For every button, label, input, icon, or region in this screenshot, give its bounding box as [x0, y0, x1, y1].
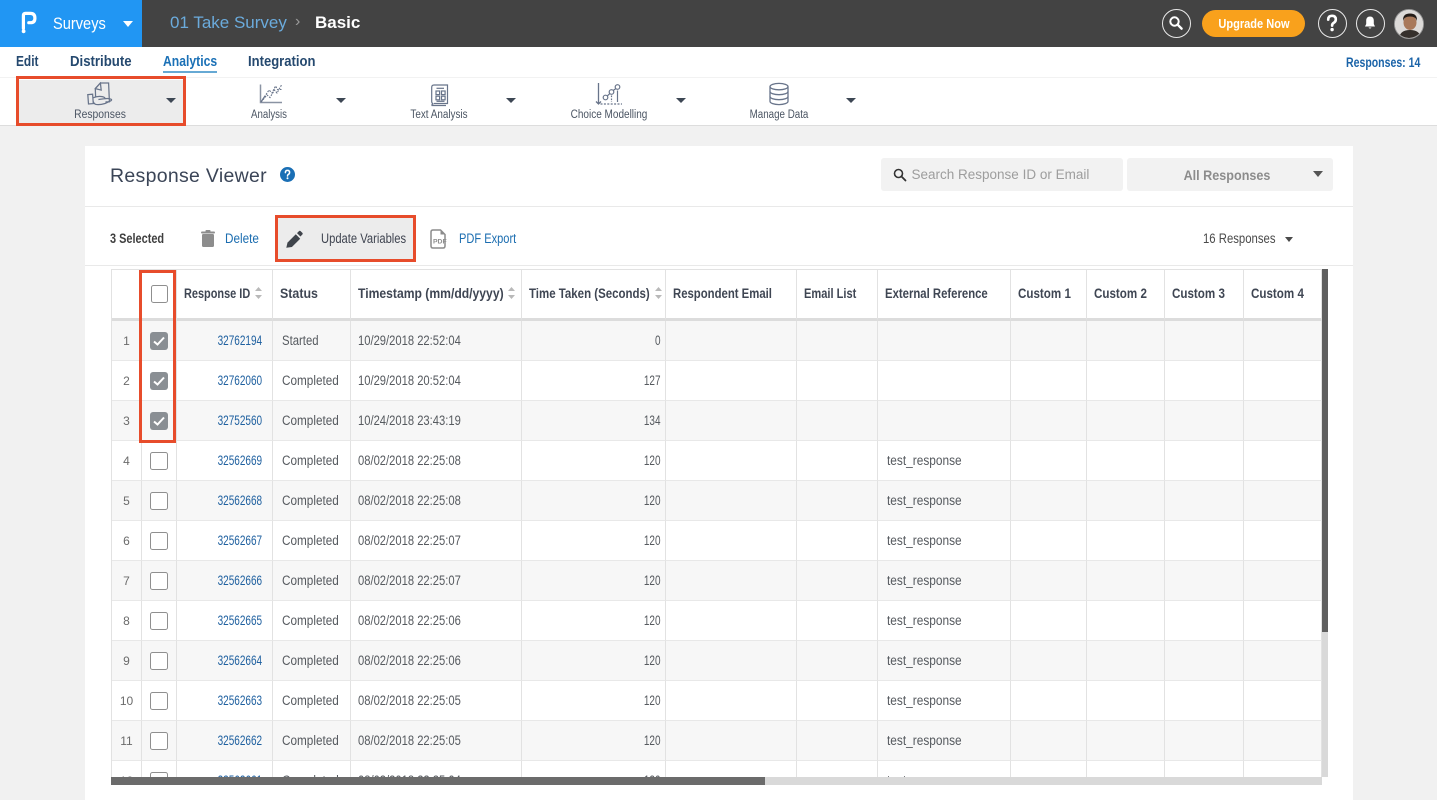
svg-text:PDF: PDF — [433, 239, 447, 246]
